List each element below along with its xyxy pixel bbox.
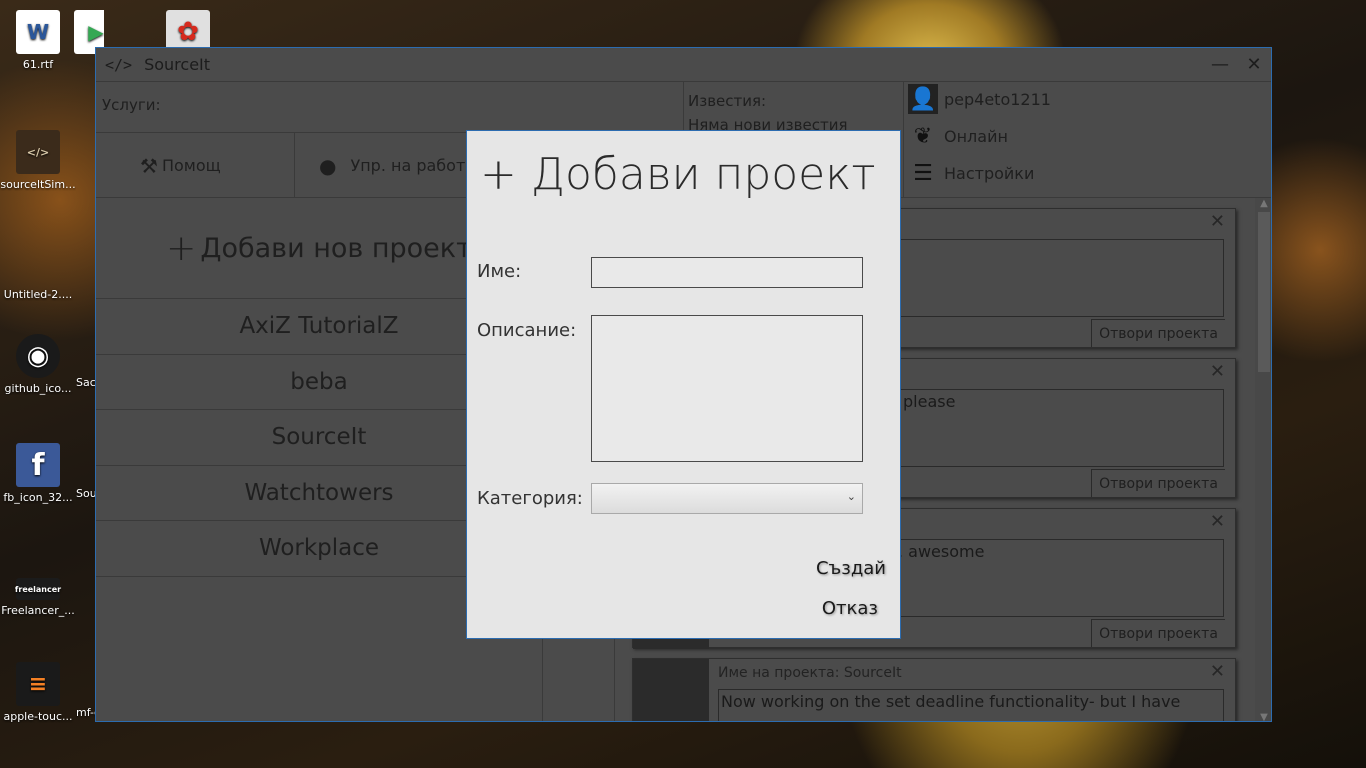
category-label: Категория:	[477, 488, 583, 509]
facebook-icon: f	[16, 443, 60, 487]
desktop-icon-label: fb_icon_32...	[3, 491, 73, 504]
close-icon[interactable]: ✕	[1210, 361, 1225, 382]
desktop-icon-fb[interactable]: f fb_icon_32...	[0, 443, 76, 504]
dialog-title: + Добави проект	[480, 149, 876, 200]
desktop-icon-freelancer[interactable]: freelancer Freelancer_...	[0, 566, 76, 617]
lightbulb-icon: ●	[319, 153, 337, 178]
work-management-label: Упр. на работи	[350, 156, 476, 175]
close-icon[interactable]: ✕	[1210, 511, 1225, 532]
open-project-button[interactable]: Отвори проекта	[1091, 319, 1225, 347]
services-label: Услуги:	[102, 96, 161, 114]
minimize-button[interactable]: —	[1203, 54, 1237, 75]
desktop-icon-label: apple-touc...	[3, 710, 73, 723]
open-project-button[interactable]: Отвори проекта	[1091, 469, 1225, 497]
feed-card: pe Име на проекта: SourceIt ✕ Now workin…	[632, 658, 1236, 721]
desktop-icon-github[interactable]: ◉ github_ico...	[0, 334, 76, 395]
scroll-down-icon[interactable]: ▼	[1255, 712, 1271, 721]
add-new-project-label: Добави нов проект	[200, 232, 472, 264]
username: pep4eto1211	[944, 89, 1051, 109]
user-profile[interactable]: 👤 pep4eto1211	[908, 84, 1051, 114]
online-status-label: Онлайн	[944, 126, 1008, 146]
desktop-icon-sourceit-sim[interactable]: </> sourceltSim...	[0, 130, 76, 191]
feed-card-project-name: Име на проекта: SourceIt	[718, 665, 902, 681]
hammer-icon: ⚒	[140, 153, 158, 178]
desktop-icon-61-rtf[interactable]: W 61.rtf	[0, 10, 76, 71]
user-avatar-icon: 👤	[908, 84, 938, 114]
desktop-icon-sou[interactable]: Sou...	[76, 487, 96, 500]
close-button[interactable]: ✕	[1237, 54, 1271, 75]
desktop-icon-label: 61.rtf	[22, 58, 54, 71]
desktop-icon-label: Sac...	[76, 376, 96, 389]
desktop-icon-label: sourceltSim...	[0, 178, 76, 191]
desktop-icon-label: github_ico...	[4, 382, 72, 395]
close-icon[interactable]: ✕	[1210, 211, 1225, 232]
desktop-icon-label: Untitled-2....	[3, 288, 73, 301]
desktop-icon-label: Sou...	[76, 487, 96, 500]
category-select[interactable]: ⌄	[591, 483, 863, 514]
hamburger-menu-icon: ☰	[913, 160, 933, 186]
description-label: Описание:	[477, 320, 577, 341]
online-status[interactable]: ❦ Онлайн	[908, 121, 1008, 151]
description-input[interactable]	[591, 315, 863, 462]
add-project-dialog: + Добави проект Име: Описание: Категория…	[466, 130, 901, 639]
desktop-icon-apple-touch[interactable]: ≡ apple-touc...	[0, 662, 76, 723]
open-project-button[interactable]: Отвори проекта	[1091, 619, 1225, 647]
chevron-down-icon: ⌄	[846, 490, 856, 503]
cancel-button[interactable]: Отказ	[822, 598, 878, 619]
help-label: Помощ	[161, 156, 221, 175]
scrollbar-thumb[interactable]	[1258, 212, 1270, 372]
project-avatar: pe	[633, 659, 709, 721]
user-panel: 👤 pep4eto1211 ❦ Онлайн ☰ Настройки	[904, 82, 1271, 198]
leaf-icon: ❦	[913, 123, 933, 149]
create-button[interactable]: Създай	[816, 558, 886, 579]
feed-scrollbar[interactable]: ▲ ▼	[1255, 198, 1271, 721]
word-document-icon: W	[16, 10, 60, 54]
github-icon: ◉	[16, 334, 60, 378]
image-file-icon	[16, 240, 60, 284]
plus-icon: +	[166, 227, 197, 269]
feed-card-message: Now working on the set deadline function…	[718, 689, 1224, 721]
code-logo-icon: </>	[105, 55, 133, 74]
desktop-icon-sac[interactable]: Sac...	[76, 376, 96, 389]
settings-button[interactable]: ☰ Настройки	[908, 158, 1034, 188]
close-icon[interactable]: ✕	[1210, 661, 1225, 682]
window-title: SourceIt	[144, 55, 211, 74]
freelancer-icon: freelancer	[15, 578, 61, 600]
title-bar: </> SourceIt — ✕	[96, 48, 1271, 82]
desktop-icon-untitled[interactable]: Untitled-2....	[0, 240, 76, 301]
scroll-up-icon[interactable]: ▲	[1255, 198, 1271, 209]
settings-label: Настройки	[944, 163, 1035, 183]
help-button[interactable]: ⚒ Помощ	[96, 132, 295, 198]
name-label: Име:	[477, 261, 522, 282]
notifications-label: Известия:	[688, 92, 767, 110]
name-input[interactable]	[591, 257, 863, 288]
desktop-icon-label: Freelancer_...	[1, 604, 75, 617]
stackoverflow-icon: ≡	[16, 662, 60, 706]
sourceit-shortcut-icon: </>	[16, 130, 60, 174]
